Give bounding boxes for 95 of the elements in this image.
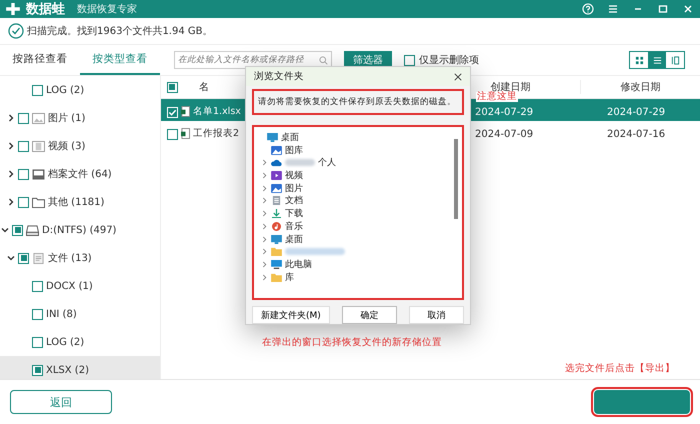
menu-icon[interactable] [607, 3, 619, 15]
tree-item[interactable]: 文件 (13) [48, 251, 92, 265]
checkbox[interactable] [166, 82, 178, 92]
folder-item[interactable]: 桌面 [281, 131, 299, 144]
folder-item[interactable]: 此电脑 [285, 258, 312, 271]
chevron-icon[interactable] [6, 170, 14, 178]
download-icon [271, 209, 282, 218]
spreadsheet-icon [181, 128, 190, 139]
checkbox[interactable] [12, 224, 23, 236]
tree-item[interactable]: 其他 (1181) [48, 195, 104, 209]
chevron-icon[interactable] [6, 198, 14, 206]
monitor-icon [271, 260, 282, 269]
tree-item[interactable]: INI (8) [46, 308, 77, 320]
checkbox[interactable] [32, 280, 43, 292]
search-field[interactable]: 在此处输入文件名称或保存路径 [174, 51, 332, 69]
dialog-button[interactable]: 新建文件夹(M) [252, 306, 330, 324]
checkbox[interactable] [18, 196, 29, 208]
checkbox[interactable] [32, 308, 43, 320]
monitor-icon [271, 234, 282, 244]
folder-item[interactable]: 个人 [318, 156, 336, 170]
app-subtitle: 数据恢复专家 [77, 2, 137, 16]
music-icon [271, 222, 282, 231]
checkbox[interactable] [18, 168, 29, 180]
back-button[interactable]: 返回 [10, 390, 112, 414]
scan-status: 扫描完成。找到1963个文件共1.94 GB。 [27, 24, 213, 38]
checkbox[interactable] [404, 54, 415, 66]
folder-item[interactable]: 视频 [285, 169, 303, 182]
checkbox[interactable] [32, 364, 43, 376]
close-icon[interactable] [454, 72, 462, 81]
checkbox[interactable] [18, 112, 29, 124]
folder-item[interactable]: 桌面 [285, 232, 303, 246]
folder-icon [271, 247, 282, 256]
table-cell: 2024-07-29 [475, 107, 534, 118]
film-icon [32, 140, 45, 152]
folder-icon [271, 272, 282, 282]
check-circle-icon [8, 23, 24, 39]
tree-item[interactable]: D:(NTFS) (497) [42, 224, 116, 236]
dialog-button[interactable]: 取消 [408, 306, 464, 324]
checkbox[interactable] [18, 252, 29, 264]
image-icon [32, 112, 45, 124]
search-icon[interactable] [319, 56, 328, 64]
checkbox[interactable] [32, 336, 43, 348]
cloud-icon [271, 158, 282, 168]
folder-item[interactable]: 文档 [285, 194, 303, 208]
checkbox-label: 仅显示删除项 [419, 54, 479, 67]
tree-item[interactable]: DOCX (1) [46, 280, 93, 292]
list-view-button[interactable] [648, 52, 666, 68]
checkbox[interactable] [166, 129, 178, 140]
chevron-icon[interactable] [6, 142, 14, 150]
dialog-title: 浏览文件夹 [254, 70, 304, 84]
tree-item[interactable]: 图片 (1) [48, 111, 86, 125]
monitor-icon [267, 133, 278, 142]
checkbox[interactable] [18, 140, 29, 152]
document-icon [271, 196, 282, 206]
drive-icon [26, 224, 39, 236]
file-name: 工作报表2 [193, 127, 240, 140]
folder-icon [32, 196, 45, 208]
help-icon[interactable] [582, 3, 594, 15]
folder-item[interactable]: 库 [285, 270, 294, 284]
column-header[interactable]: 名 [199, 82, 209, 93]
chevron-icon[interactable] [6, 254, 14, 262]
annotation-text: 选完文件后点击【导出】 [565, 362, 675, 375]
video-icon [271, 171, 282, 180]
warning-message: 请勿将需要恢复的文件保存到原丢失数据的磁盘。 [252, 89, 464, 116]
column-header[interactable]: 修改日期 [620, 82, 660, 93]
spreadsheet-icon [181, 106, 190, 117]
annotation-text: 注意这里 [476, 92, 518, 102]
image-icon [271, 184, 282, 193]
list-icon [652, 56, 662, 64]
folder-item[interactable]: 图片 [285, 182, 303, 195]
tree-item[interactable]: LOG (2) [46, 84, 84, 96]
document-icon [32, 252, 45, 264]
chevron-icon[interactable] [6, 114, 14, 122]
annotation-text: 在弹出的窗口选择恢复文件的新存储位置 [262, 336, 442, 349]
folder-item[interactable]: 下载 [285, 207, 303, 220]
tree-item[interactable]: LOG (2) [46, 336, 84, 348]
grid-icon [634, 56, 644, 64]
table-cell: 2024-07-16 [607, 129, 666, 140]
tree-item[interactable]: 档案文件 (64) [48, 167, 112, 181]
chevron-icon[interactable] [0, 226, 8, 234]
dialog-button[interactable]: 确定 [342, 306, 397, 324]
cross-logo-icon [6, 3, 20, 15]
tree-item[interactable]: XLSX (2) [46, 364, 89, 376]
columns-icon [670, 56, 680, 64]
file-name: 名单1.xlsx [193, 105, 241, 118]
checkbox[interactable] [32, 84, 43, 96]
folder-item[interactable]: 音乐 [285, 220, 303, 233]
inbox-icon [32, 168, 45, 180]
image-icon [271, 146, 282, 155]
folder-item[interactable]: 图库 [285, 144, 303, 157]
tree-item[interactable]: 视频 (3) [48, 139, 86, 153]
table-cell: 2024-07-29 [607, 107, 666, 118]
maximize-icon[interactable] [657, 3, 669, 15]
table-cell: 2024-07-09 [475, 129, 534, 140]
app-logo: 数据蛙 [26, 1, 65, 18]
